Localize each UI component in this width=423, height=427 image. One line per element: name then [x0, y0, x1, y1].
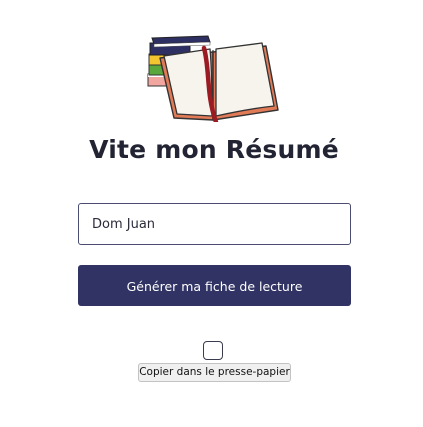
copy-to-clipboard-button[interactable]: Copier dans le presse-papier — [138, 363, 291, 382]
book-title-field[interactable] — [78, 203, 351, 245]
book-title-input[interactable] — [79, 204, 350, 244]
generate-summary-button[interactable]: Générer ma fiche de lecture — [78, 265, 351, 306]
copy-checkbox[interactable] — [203, 341, 223, 360]
book-logo-icon — [147, 35, 279, 122]
open-book-icon — [159, 42, 279, 122]
page-title: Vite mon Résumé — [89, 135, 339, 164]
page: Vite mon Résumé Générer ma fiche de lect… — [0, 0, 423, 427]
